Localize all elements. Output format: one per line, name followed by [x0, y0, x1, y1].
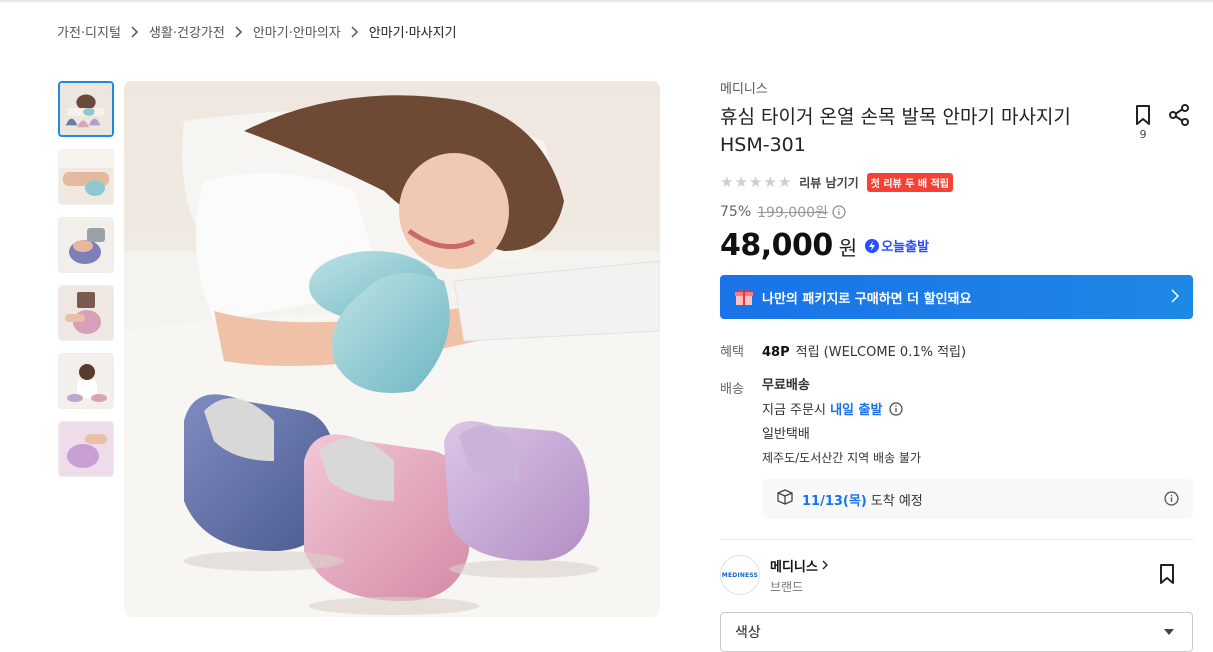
breadcrumb-item-appliances[interactable]: 가전·디지털 [57, 22, 121, 41]
write-review-link[interactable]: 리뷰 남기기 [799, 174, 858, 191]
store-logo[interactable]: MEDINESS [720, 555, 760, 595]
price-row: 48,000 원 오늘출발 [720, 228, 1193, 263]
chevron-right-icon [822, 560, 828, 570]
breadcrumb-item-living-health[interactable]: 생활·건강가전 [149, 22, 225, 41]
benefit-row: 혜택 48P 적립 (WELCOME 0.1% 적립) [720, 341, 1193, 360]
order-prefix: 지금 주문시 [762, 403, 826, 418]
caret-down-icon [1164, 629, 1174, 635]
today-dispatch-label: 오늘출발 [881, 240, 930, 255]
star-rating: ★ ★ ★ ★ ★ [720, 175, 791, 190]
chevron-right-icon [126, 23, 144, 41]
dispatch-day: 내일 출발 [830, 403, 883, 418]
top-border [0, 0, 1213, 2]
share-icon [1168, 104, 1190, 130]
benefit-label: 혜택 [720, 345, 744, 360]
lightning-icon [865, 238, 880, 253]
store-name-link[interactable]: 메디니스 [770, 556, 828, 575]
first-review-badge: 첫 리뷰 두 배 적립 [866, 173, 953, 192]
original-price-row: 75% 199,000원 [720, 202, 1193, 222]
product-info: 메디니스 휴심 타이거 온열 손목 발목 안마기 마사지기 HSM-301 9 … [720, 78, 1193, 652]
shipping-label: 배송 [720, 382, 744, 397]
today-dispatch-badge: 오늘출발 [865, 236, 929, 255]
product-title: 휴심 타이거 온열 손목 발목 안마기 마사지기 HSM-301 [720, 106, 1071, 156]
arrival-date: 11/13(목) [802, 493, 867, 509]
store-bookmark-button[interactable] [1157, 563, 1177, 589]
discount-rate: 75% [720, 204, 752, 220]
title-actions: 9 [1130, 104, 1190, 141]
store-row: MEDINESS 메디니스 브랜드 [720, 555, 1193, 595]
chevron-right-icon [346, 23, 364, 41]
shipping-row: 배송 무료배송 지금 주문시 내일 출발 일반택배 제주도/도서산간 지역 배송… [720, 378, 1193, 475]
shipping-fee: 무료배송 [762, 378, 810, 393]
rating-row: ★ ★ ★ ★ ★ 리뷰 남기기 첫 리뷰 두 배 적립 [720, 173, 1193, 192]
thumbnail-3[interactable] [58, 217, 114, 273]
breadcrumb: 가전·디지털 생활·건강가전 안마기·안마의자 안마기·마사지기 [57, 22, 457, 41]
bookmark-icon [1157, 564, 1177, 589]
option-label: 색상 [735, 625, 761, 641]
package-banner-text: 나만의 패키지로 구매하면 더 할인돼요 [762, 291, 972, 307]
breadcrumb-item-massage-chairs[interactable]: 안마기·안마의자 [253, 22, 341, 41]
share-button[interactable] [1168, 104, 1190, 141]
store-type: 브랜드 [770, 579, 804, 594]
main-product-image[interactable] [124, 81, 660, 617]
info-icon[interactable] [888, 402, 903, 416]
original-price: 199,000원 [757, 205, 828, 221]
thumbnail-2[interactable] [58, 149, 114, 205]
shipping-restriction: 제주도/도서산간 지역 배송 불가 [762, 451, 922, 465]
bookmark-button[interactable]: 9 [1130, 104, 1156, 141]
dispatch-line: 지금 주문시 내일 출발 [762, 402, 921, 418]
store-name: 메디니스 [770, 559, 818, 575]
info-icon[interactable] [832, 205, 846, 219]
divider [720, 539, 1193, 540]
chevron-right-icon [230, 23, 248, 41]
thumbnail-1[interactable] [58, 81, 114, 137]
thumbnail-6[interactable] [58, 421, 114, 477]
star-icon: ★ [777, 173, 792, 191]
points-amount: 48P [762, 345, 790, 360]
currency-unit: 원 [838, 236, 858, 260]
shipping-method: 일반택배 [762, 427, 810, 442]
star-icon: ★ [734, 173, 748, 191]
store-info: 메디니스 브랜드 [770, 556, 828, 595]
chevron-right-icon [1171, 289, 1180, 307]
brand-name[interactable]: 메디니스 [720, 78, 1193, 97]
gift-icon [734, 288, 754, 306]
shipping-details: 무료배송 지금 주문시 내일 출발 일반택배 제주도/도서산간 지역 배송 불가 [762, 378, 921, 475]
color-option-select[interactable]: 색상 [720, 612, 1193, 652]
arrival-text: 도착 예정 [870, 493, 923, 509]
thumbnail-4[interactable] [58, 285, 114, 341]
package-discount-banner[interactable]: 나만의 패키지로 구매하면 더 할인돼요 [720, 275, 1193, 319]
points-description: 적립 (WELCOME 0.1% 적립) [795, 345, 967, 360]
star-icon: ★ [763, 173, 777, 191]
thumbnail-5[interactable] [58, 353, 114, 409]
thumbnail-list [58, 81, 114, 489]
breadcrumb-item-massagers[interactable]: 안마기·마사지기 [369, 22, 457, 41]
star-icon: ★ [748, 173, 763, 191]
box-icon [776, 488, 794, 510]
arrival-estimate-box: 11/13(목) 도착 예정 [762, 479, 1193, 519]
star-icon: ★ [720, 173, 734, 191]
info-icon[interactable] [1164, 491, 1179, 510]
sale-price: 48,000 [720, 228, 833, 263]
